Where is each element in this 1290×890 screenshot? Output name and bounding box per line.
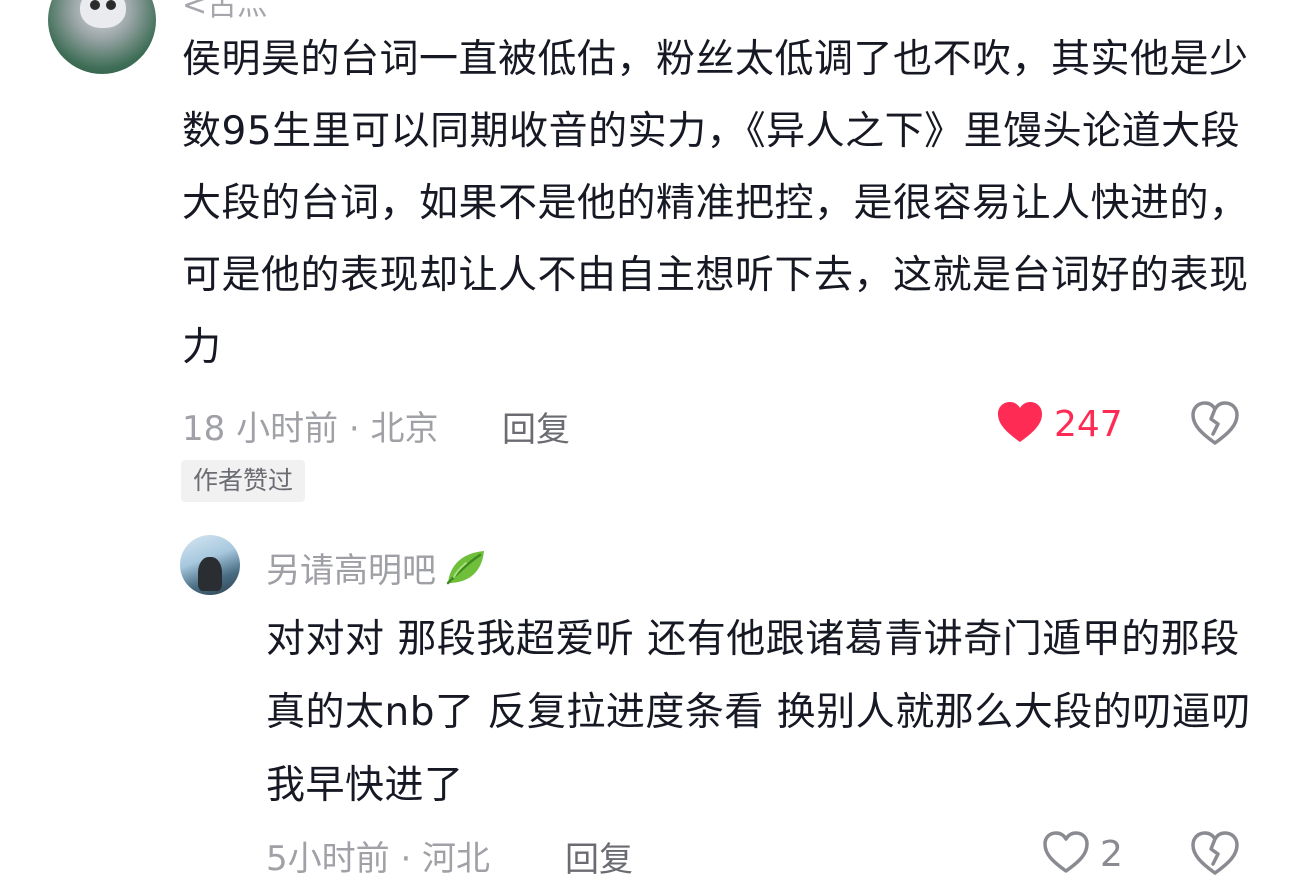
replier-username[interactable]: 另请高明吧 xyxy=(266,543,436,592)
reply-like-count: 2 xyxy=(1100,833,1123,875)
reply-reply-button[interactable]: 回复 xyxy=(565,832,633,881)
leaf-icon xyxy=(444,547,488,587)
broken-heart-icon xyxy=(1190,831,1240,880)
avatar-cat-image xyxy=(80,0,126,28)
comment-like-button[interactable]: 247 xyxy=(996,400,1123,448)
avatar-eye-left xyxy=(90,0,100,10)
author-liked-badge: 作者赞过 xyxy=(181,460,306,502)
reply-body: 对对对 那段我超爱听 还有他跟诸葛青讲奇门遁甲的那段 真的太nb了 反复拉进度条… xyxy=(266,617,1251,808)
avatar-eye-right xyxy=(106,0,116,10)
comment-dislike-button[interactable] xyxy=(1190,400,1240,450)
commenter-avatar[interactable] xyxy=(48,0,156,74)
comment-like-count: 247 xyxy=(1054,403,1123,445)
avatar-figure xyxy=(198,557,222,591)
replier-name-row: 另请高明吧 xyxy=(266,540,488,594)
heart-filled-icon xyxy=(996,400,1044,448)
replier-avatar[interactable] xyxy=(180,535,240,595)
reply-meta: 5小时前 · 河北 xyxy=(266,830,490,880)
heart-outline-icon xyxy=(1042,830,1090,878)
broken-heart-icon xyxy=(1190,401,1240,450)
comment-body: 侯明昊的台词一直被低估，粉丝太低调了也不吹，其实他是少数95生里可以同期收音的实… xyxy=(182,37,1249,370)
reply-time-location: 5小时前 · 河北 xyxy=(266,838,491,879)
comment-time-location: 18 小时前 · 北京 xyxy=(182,408,439,449)
reply-like-button[interactable]: 2 xyxy=(1042,830,1123,878)
comment-meta: 18 小时前 · 北京 xyxy=(182,400,439,450)
comment-reply-button[interactable]: 回复 xyxy=(502,402,570,451)
commenter-username[interactable]: <古灬 xyxy=(182,0,267,24)
reply-dislike-button[interactable] xyxy=(1190,830,1240,880)
